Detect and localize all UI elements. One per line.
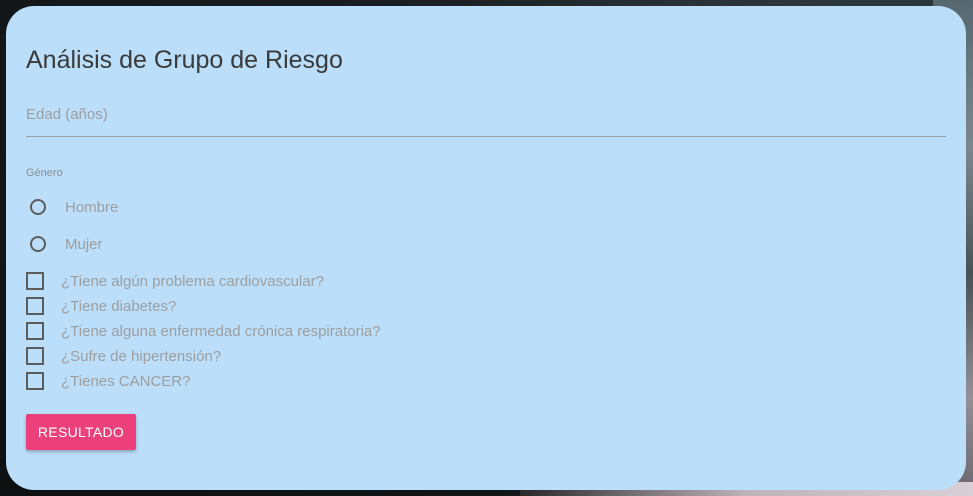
age-field bbox=[26, 102, 946, 137]
checkbox-respiratory[interactable]: ¿Tiene alguna enfermedad crónica respira… bbox=[26, 321, 381, 341]
radio-circle-icon[interactable] bbox=[30, 199, 46, 215]
checkbox-square-icon[interactable] bbox=[26, 272, 44, 290]
checkbox-cancer[interactable]: ¿Tienes CANCER? bbox=[26, 371, 190, 391]
gender-radio-male[interactable]: Hombre bbox=[26, 196, 118, 218]
gender-option-label: Hombre bbox=[65, 198, 119, 216]
result-button[interactable]: RESULTADO bbox=[26, 414, 136, 450]
checkbox-square-icon[interactable] bbox=[26, 322, 44, 340]
checkbox-label: ¿Tiene alguna enfermedad crónica respira… bbox=[61, 322, 381, 340]
checkbox-square-icon[interactable] bbox=[26, 372, 44, 390]
checkbox-cardiovascular[interactable]: ¿Tiene algún problema cardiovascular? bbox=[26, 271, 324, 291]
checkbox-square-icon[interactable] bbox=[26, 347, 44, 365]
checkbox-square-icon[interactable] bbox=[26, 297, 44, 315]
checkbox-label: ¿Tiene algún problema cardiovascular? bbox=[61, 272, 324, 290]
gender-radio-female[interactable]: Mujer bbox=[26, 233, 103, 255]
risk-form-card: Análisis de Grupo de Riesgo Género Hombr… bbox=[6, 6, 966, 490]
form-title: Análisis de Grupo de Riesgo bbox=[26, 46, 343, 74]
gender-label: Género bbox=[26, 167, 63, 179]
gender-option-label: Mujer bbox=[65, 235, 103, 253]
checkbox-hypertension[interactable]: ¿Sufre de hipertensión? bbox=[26, 346, 221, 366]
checkbox-label: ¿Tienes CANCER? bbox=[61, 372, 191, 390]
checkbox-diabetes[interactable]: ¿Tiene diabetes? bbox=[26, 296, 176, 316]
checkbox-label: ¿Tiene diabetes? bbox=[61, 297, 177, 315]
radio-circle-icon[interactable] bbox=[30, 236, 46, 252]
checkbox-label: ¿Sufre de hipertensión? bbox=[61, 347, 222, 365]
age-input[interactable] bbox=[26, 102, 946, 127]
